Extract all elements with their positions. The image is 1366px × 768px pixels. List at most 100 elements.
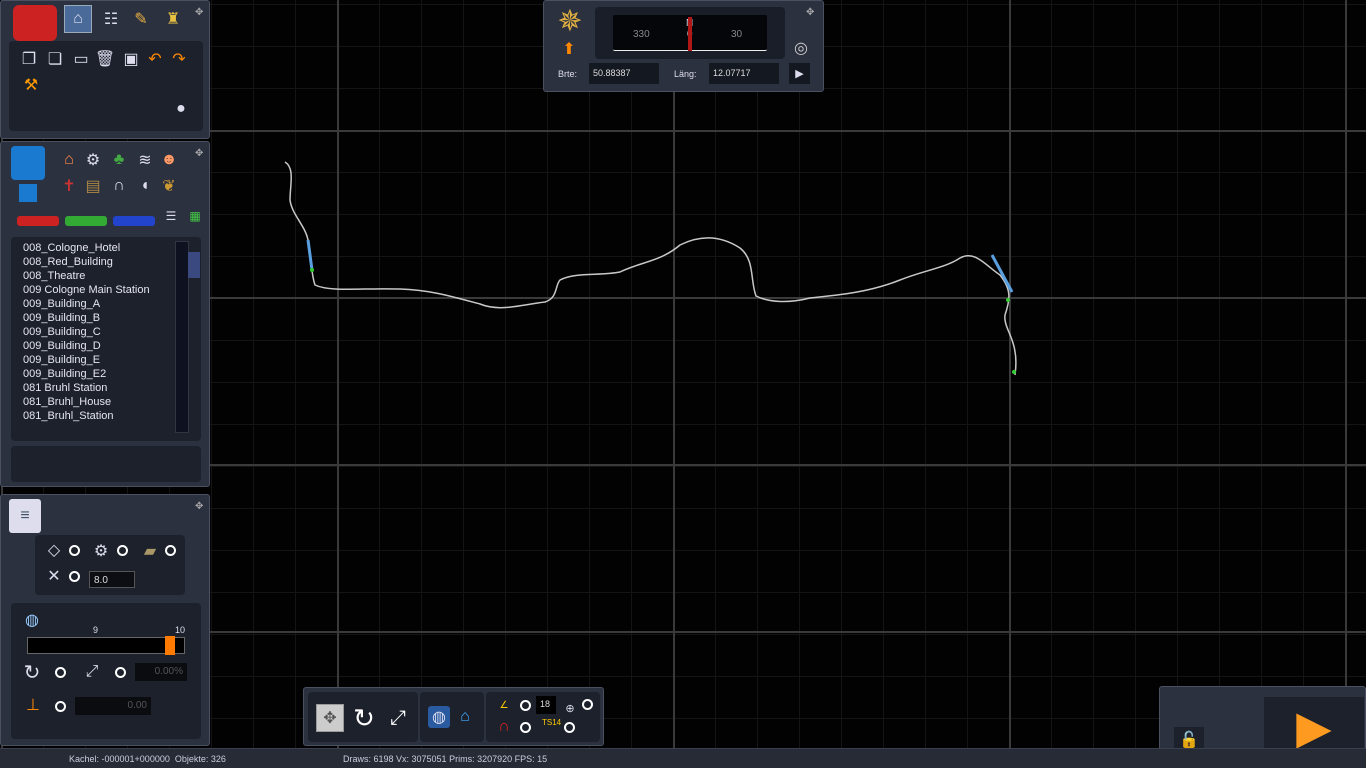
category-tree-icon[interactable]: ♣: [109, 150, 129, 170]
undo-icon[interactable]: ↶: [145, 49, 165, 69]
list-item[interactable]: 009_Building_C: [11, 325, 201, 339]
bomb-icon[interactable]: ●: [169, 97, 193, 121]
spacing-icon: ✕: [47, 568, 61, 585]
snap-tools: ∠ 18 ⊕ ∩ TS14: [486, 692, 600, 742]
magnet-icon[interactable]: ∩: [494, 718, 514, 736]
angle-field[interactable]: 18: [536, 696, 556, 714]
spacing-input[interactable]: 8.0: [89, 571, 135, 588]
list-item[interactable]: 009_Building_B: [11, 311, 201, 325]
category-sound-icon[interactable]: ◖: [135, 176, 155, 196]
pin-icon[interactable]: ✥: [195, 501, 205, 512]
water-segment: [306, 239, 314, 271]
list-item[interactable]: 081 Bruhl Station: [11, 381, 201, 395]
terrain-align-radio[interactable]: [69, 545, 80, 556]
list-item[interactable]: 008_Theatre: [11, 269, 201, 283]
magnet-radio[interactable]: [520, 722, 531, 733]
category-signal-icon[interactable]: ✝: [59, 176, 79, 196]
status-bar: Kachel: -000001+000000 Objekte: 326 Draw…: [0, 748, 1366, 768]
alignment-box: ◇ ⚙ ▰ ✕ 8.0: [35, 535, 185, 595]
paint-tab-icon[interactable]: ✎: [127, 5, 155, 33]
list-item[interactable]: 009_Building_D: [11, 339, 201, 353]
scale-icon: ◍: [25, 612, 39, 629]
percent-field[interactable]: 0.00%: [135, 663, 187, 681]
category-industry-icon[interactable]: ⚙: [83, 150, 103, 170]
lat-label: Brte:: [558, 69, 578, 79]
lat-field[interactable]: 50.88387: [589, 63, 659, 84]
angle-radio[interactable]: [520, 700, 531, 711]
ts-label: TS14: [542, 718, 562, 727]
scale-tool-icon[interactable]: ⤢: [384, 704, 412, 732]
list-item[interactable]: 008_Cologne_Hotel: [11, 241, 201, 255]
tools-inner: ❐ ❏ ▭ 🗑 ▣ ↶ ↷ ⚒ ●: [9, 41, 203, 131]
list-item[interactable]: 009_Building_E: [11, 353, 201, 367]
heading-label-30: 30: [731, 29, 743, 40]
pin-icon[interactable]: ✥: [195, 7, 205, 18]
cube-icon[interactable]: [11, 146, 45, 180]
pin-icon[interactable]: ✥: [195, 148, 205, 159]
gear-align-radio[interactable]: [117, 545, 128, 556]
slider-thumb[interactable]: [165, 636, 176, 655]
move-tool-icon[interactable]: ✥: [316, 704, 344, 732]
ts-radio[interactable]: [564, 722, 575, 733]
list-view-icon[interactable]: ☰: [163, 208, 179, 224]
lock-radio[interactable]: [582, 699, 593, 710]
list-item[interactable]: 081_Bruhl_Station: [11, 409, 201, 423]
reset-view-icon[interactable]: ◎: [792, 39, 810, 57]
list-item[interactable]: 009_Building_A: [11, 297, 201, 311]
category-bridge-icon[interactable]: ∩: [109, 176, 129, 196]
open-icon[interactable]: ❐: [19, 49, 39, 69]
height-radio[interactable]: [55, 701, 66, 712]
lon-field[interactable]: 12.07717: [709, 63, 779, 84]
filter-red[interactable]: [17, 216, 59, 226]
marker: [1006, 298, 1010, 302]
category-wood-icon[interactable]: ▤: [83, 176, 103, 196]
heading-scale[interactable]: 330 N 0 30: [613, 15, 767, 51]
move-radio[interactable]: [115, 667, 126, 678]
rotate-tool-icon[interactable]: ↻: [350, 703, 378, 733]
category-track-icon[interactable]: ≋: [135, 150, 155, 170]
filter-green[interactable]: [65, 216, 107, 226]
track-tab-icon[interactable]: ☷: [97, 5, 125, 33]
category-house-icon[interactable]: ⌂: [59, 150, 79, 170]
track-align-radio[interactable]: [165, 545, 176, 556]
pin-icon[interactable]: ✥: [806, 7, 816, 18]
home-icon[interactable]: ⌂: [454, 706, 476, 728]
toolbox-icon[interactable]: [13, 5, 57, 41]
angle-icon[interactable]: ∠: [494, 696, 514, 714]
stamp-icon[interactable]: ▣: [121, 49, 141, 69]
list-item[interactable]: 081_Bruhl_House: [11, 395, 201, 409]
train-tab-icon[interactable]: ♜: [159, 5, 187, 33]
spacing-radio[interactable]: [69, 571, 80, 582]
rotate-radio[interactable]: [55, 667, 66, 678]
list-item[interactable]: 009_Building_E2: [11, 367, 201, 381]
display-icon[interactable]: ▭: [71, 49, 91, 69]
list-item[interactable]: 009 Cologne Main Station: [11, 283, 201, 297]
gear-align-icon: ⚙: [93, 543, 109, 560]
upload-icon[interactable]: ⬆: [558, 39, 580, 59]
scale-slider[interactable]: [27, 636, 185, 655]
bottom-toolbar: ✥ ↻ ⤢ ◍ ⌂ ∠ 18 ⊕ ∩ TS14: [303, 687, 604, 746]
compass-rose-icon[interactable]: ✵: [552, 3, 588, 39]
marker: [1012, 370, 1016, 374]
home-tab-icon[interactable]: ⌂: [64, 5, 92, 33]
category-misc-icon[interactable]: ❦: [159, 176, 179, 196]
grid-view-icon[interactable]: ▦: [187, 208, 203, 224]
tool-icon[interactable]: ⚒: [21, 75, 41, 95]
list-scrollbar[interactable]: [175, 241, 200, 433]
category-person-icon[interactable]: ☻: [159, 150, 179, 170]
small-cube-icon[interactable]: [19, 184, 37, 202]
lock-small-icon: ⊕: [565, 702, 575, 715]
height-field[interactable]: 0.00: [75, 697, 151, 715]
properties-panel: ≡ ✥ ◇ ⚙ ▰ ✕ 8.0 ◍ 9 10 ↻ ⤢ 0.00% ⊥ 0.00: [0, 494, 210, 746]
filter-blue[interactable]: [113, 216, 155, 226]
copy-icon[interactable]: ❏: [45, 49, 65, 69]
go-button[interactable]: ▶: [789, 63, 810, 84]
properties-icon[interactable]: ≡: [9, 499, 41, 533]
object-list[interactable]: 008_Cologne_Hotel 008_Red_Building 008_T…: [11, 237, 201, 441]
delete-icon[interactable]: 🗑: [95, 49, 115, 69]
redo-icon[interactable]: ↷: [169, 49, 189, 69]
list-item[interactable]: 008_Red_Building: [11, 255, 201, 269]
tools-panel: ⌂ ☷ ✎ ♜ ✥ ❐ ❏ ▭ 🗑 ▣ ↶ ↷ ⚒ ●: [0, 0, 210, 139]
globe-icon[interactable]: ◍: [428, 706, 450, 728]
water-segment: [990, 254, 1014, 293]
